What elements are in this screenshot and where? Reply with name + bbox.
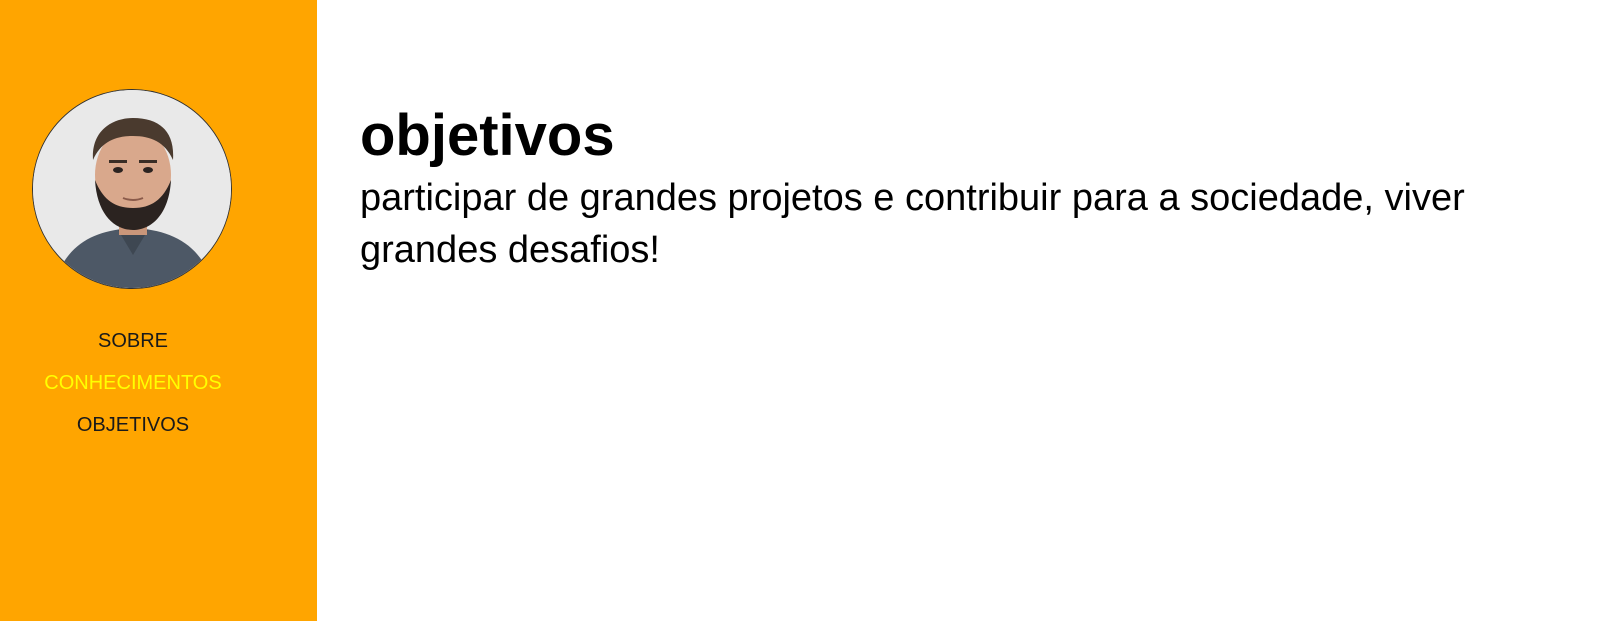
nav-item-sobre[interactable]: SOBRE — [0, 320, 266, 362]
main-content: objetivos participar de grandes projetos… — [360, 100, 1560, 276]
sidebar: SOBRE CONHECIMENTOS OBJETIVOS — [0, 0, 317, 621]
nav-item-objetivos[interactable]: OBJETIVOS — [0, 404, 266, 446]
objectives-text: participar de grandes projetos e contrib… — [360, 177, 1465, 271]
page: SOBRE CONHECIMENTOS OBJETIVOS objetivos … — [0, 0, 1600, 621]
profile-photo-icon — [33, 90, 231, 288]
page-title: objetivos — [360, 103, 615, 168]
avatar — [32, 89, 232, 289]
sidebar-nav: SOBRE CONHECIMENTOS OBJETIVOS — [0, 320, 266, 446]
nav-item-conhecimentos[interactable]: CONHECIMENTOS — [0, 362, 266, 404]
